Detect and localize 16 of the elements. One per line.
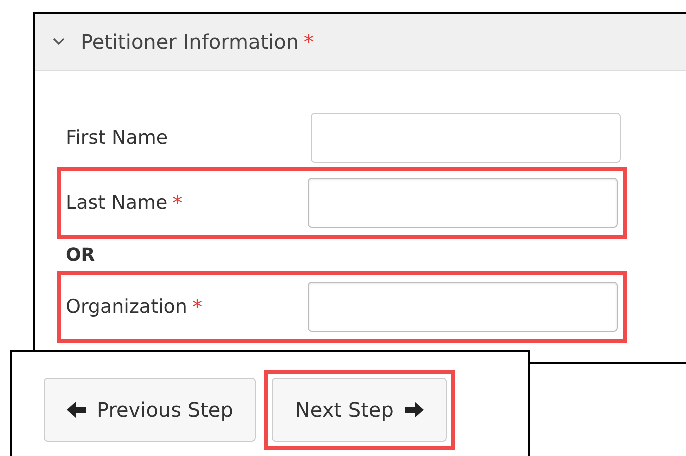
next-step-button[interactable]: Next Step	[272, 378, 447, 442]
field-label: First Name	[66, 127, 168, 149]
text-field[interactable]	[308, 282, 618, 332]
text-field[interactable]	[311, 113, 621, 163]
panel-header[interactable]: Petitioner Information *	[35, 14, 686, 71]
panel-title: Petitioner Information	[81, 30, 300, 54]
left-arrow-icon	[67, 402, 87, 418]
field-label: Last Name	[66, 192, 168, 214]
previous-step-button[interactable]: Previous Step	[44, 378, 256, 442]
required-asterisk: *	[304, 30, 314, 54]
required-asterisk: *	[172, 191, 183, 215]
or-label: OR	[65, 244, 96, 268]
required-asterisk: *	[192, 295, 202, 319]
text-field[interactable]	[308, 178, 618, 228]
field-label: Organization	[66, 296, 188, 318]
right-arrow-icon	[404, 402, 424, 418]
